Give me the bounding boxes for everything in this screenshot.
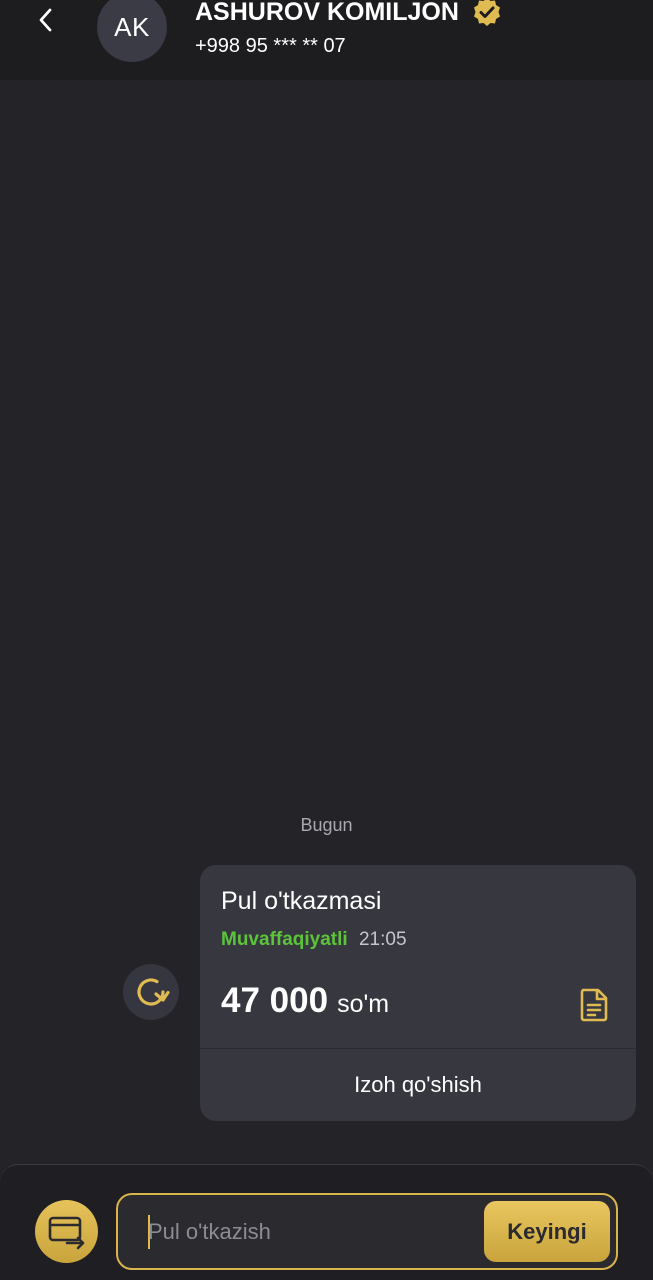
avatar-initials: AK: [114, 11, 150, 42]
amount-input-wrapper: Keyingi: [116, 1193, 618, 1270]
add-note-label: Izoh qo'shish: [354, 1072, 482, 1097]
transfer-status: Muvaffaqiyatli: [221, 929, 348, 950]
card-transfer-icon: [48, 1216, 84, 1249]
chat-screen: AK ASHUROV KOMILJON +998 95 *** ** 07 Bu…: [0, 0, 653, 1280]
transfer-status-row: Muvaffaqiyatli 21:05: [221, 929, 407, 951]
amount-input[interactable]: [148, 1207, 478, 1257]
chat-header: AK ASHUROV KOMILJON +998 95 *** ** 07: [0, 0, 653, 80]
repeat-transfer-button[interactable]: [123, 964, 179, 1020]
receipt-icon: [580, 988, 608, 1022]
repeat-icon: [137, 978, 170, 1006]
contact-name: ASHUROV KOMILJON: [195, 0, 503, 28]
chevron-left-icon: [39, 8, 52, 32]
transfer-time: 21:05: [358, 929, 407, 950]
transfer-card[interactable]: Pul o'tkazmasi Muvaffaqiyatli 21:05 47 0…: [200, 865, 636, 1121]
next-button[interactable]: Keyingi: [484, 1201, 610, 1262]
contact-phone: +998 95 *** ** 07: [195, 35, 346, 57]
verified-badge-icon: [473, 0, 500, 26]
transfer-currency: so'm: [337, 990, 390, 1018]
back-button[interactable]: [28, 2, 64, 38]
avatar[interactable]: AK: [97, 0, 167, 62]
transfer-composer: Keyingi: [0, 1164, 653, 1280]
transfer-mode-button[interactable]: [35, 1200, 98, 1263]
add-note-button[interactable]: Izoh qo'shish: [200, 1049, 636, 1121]
transfer-title: Pul o'tkazmasi: [221, 887, 382, 915]
date-separator: Bugun: [300, 815, 353, 835]
transfer-amount-row: 47 000 so'm: [221, 981, 389, 1021]
transfer-amount: 47 000: [221, 981, 329, 1020]
receipt-button[interactable]: [574, 985, 614, 1025]
contact-name-text: ASHUROV KOMILJON: [195, 0, 459, 26]
